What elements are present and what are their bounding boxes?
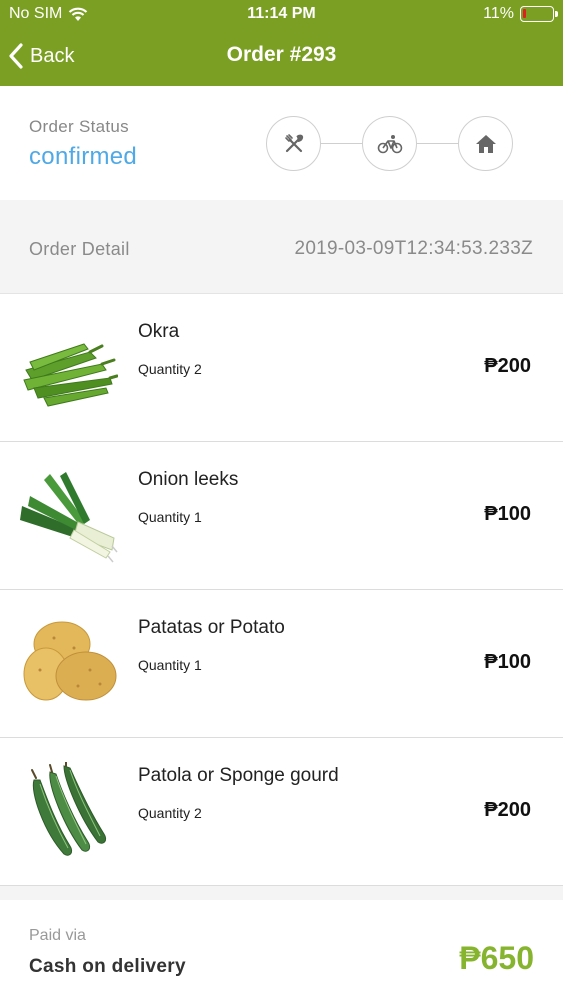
item-quantity: Quantity 1 [138,657,202,673]
item-name: Onion leeks [138,469,239,490]
item-quantity: Quantity 2 [138,805,202,821]
sponge-gourd-image [31,762,107,856]
item-name: Okra [138,321,180,342]
item-name: Patola or Sponge gourd [138,765,339,786]
payment-method: Cash on delivery [29,956,186,977]
order-progress-steps [266,116,514,172]
order-status-value: confirmed [29,143,138,170]
potato-image [23,621,117,701]
step-delivered [458,116,513,171]
step-preparing [266,116,321,171]
nav-bar: Back Order #293 [0,28,563,86]
list-item: Onion leeks Quantity 1 ₱100 [0,442,563,590]
item-quantity: Quantity 2 [138,361,202,377]
step-connector [321,143,363,144]
battery-level [523,9,526,18]
section-divider [0,886,563,900]
list-item: Patatas or Potato Quantity 1 ₱100 [0,590,563,738]
paid-via-label: Paid via [29,927,86,944]
utensils-icon [284,133,303,152]
order-status-label: Order Status [29,117,129,136]
order-detail-header: Order Detail 2019-03-09T12:34:53.233Z [0,200,563,294]
item-price: ₱100 [484,651,531,673]
item-price: ₱200 [484,799,531,821]
step-connector [417,143,459,144]
status-bar: No SIM 11:14 PM 11% [0,0,563,28]
page-title: Order #293 [226,43,337,66]
battery-icon [520,6,558,22]
order-date: 2019-03-09T12:34:53.233Z [294,238,533,259]
order-detail-label: Order Detail [29,239,130,259]
okra-image [23,343,118,407]
battery-percent: 11% [483,5,514,22]
payment-summary: Paid via Cash on delivery ₱650 [0,900,563,1000]
home-icon [475,134,496,153]
leek-image [20,472,118,563]
order-total: ₱650 [459,940,534,976]
status-right: 11% [483,5,558,23]
list-item: Patola or Sponge gourd Quantity 2 ₱200 [0,738,563,886]
bicycle-icon [377,134,402,153]
item-price: ₱100 [484,503,531,525]
item-name: Patatas or Potato [138,617,285,638]
item-price: ₱200 [484,355,531,377]
clock: 11:14 PM [247,5,316,22]
item-quantity: Quantity 1 [138,509,202,525]
order-status-section: Order Status confirmed [0,86,563,200]
order-items-list: Okra Quantity 2 ₱200 Onion leeks Quantit… [0,294,563,886]
step-delivering [362,116,417,171]
list-item: Okra Quantity 2 ₱200 [0,294,563,442]
